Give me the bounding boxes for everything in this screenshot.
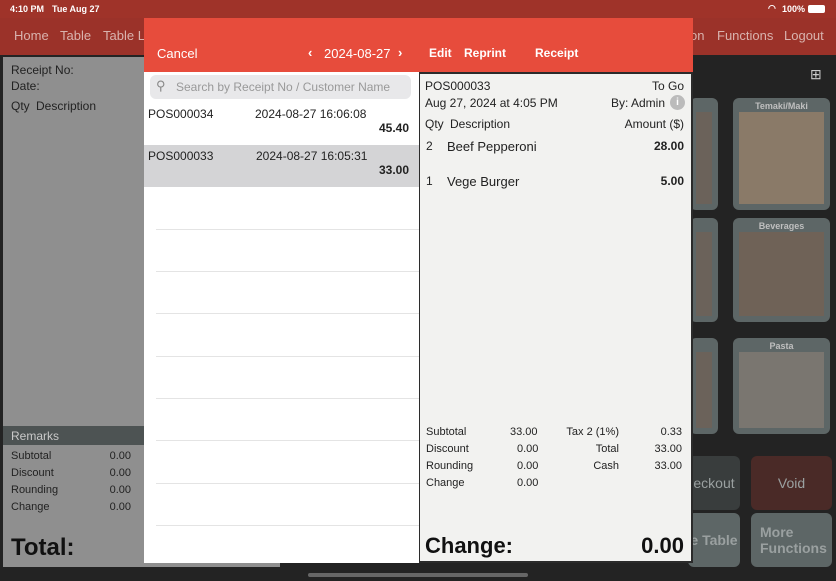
- category-tile-beverages[interactable]: Beverages: [733, 218, 830, 322]
- value: 0.00: [109, 484, 131, 496]
- discount-label: Discount: [426, 443, 469, 455]
- nav-table[interactable]: Table: [60, 28, 91, 43]
- label: Discount: [11, 467, 54, 479]
- status-date: Tue Aug 27: [52, 4, 100, 14]
- amount-header: Amount ($): [624, 117, 684, 131]
- tax-label: Tax 2 (1%): [566, 426, 619, 438]
- label: Change: [11, 501, 50, 513]
- item-amount: 5.00: [660, 174, 684, 188]
- change-value: 0.00: [517, 477, 539, 489]
- discount-value: 0.00: [517, 443, 539, 455]
- value: 0.00: [109, 467, 131, 479]
- receipt-no: POS000033: [148, 149, 214, 163]
- rounding-label: Rounding: [426, 460, 474, 472]
- item-qty: 1: [426, 174, 433, 188]
- tax-value: 0.33: [660, 426, 682, 438]
- status-time: 4:10 PM: [10, 4, 45, 14]
- item-description: Vege Burger: [447, 174, 520, 189]
- cash-label: Cash: [593, 460, 619, 472]
- prev-date-icon[interactable]: ‹: [308, 45, 312, 60]
- battery-level: 100%: [782, 4, 806, 14]
- receipt-datetime: 2024-08-27 16:05:31: [256, 149, 368, 163]
- more-functions-button[interactable]: More Functions: [751, 513, 832, 567]
- change-label: Change: [426, 477, 465, 489]
- discount-row: Discount 0.00: [11, 467, 131, 479]
- receipt-paper: POS000033 To Go Aug 27, 2024 at 4:05 PM …: [420, 74, 691, 561]
- item-description: Beef Pepperoni: [447, 139, 537, 154]
- list-header: Cancel ‹ 2024-08-27 ›: [144, 18, 419, 72]
- value: 0.00: [109, 501, 131, 513]
- category-tile[interactable]: [690, 98, 718, 210]
- receipt-no: POS000033: [425, 79, 491, 93]
- nav-home[interactable]: Home: [14, 28, 49, 43]
- list-item[interactable]: POS000034 2024-08-27 16:06:08 45.40: [144, 102, 419, 144]
- change-total-label: Change:: [425, 533, 513, 558]
- label: Rounding: [11, 484, 59, 496]
- tile-label: Temaki/Maki: [755, 101, 808, 111]
- table-button[interactable]: e Table: [688, 513, 740, 567]
- total-label: Total:: [11, 534, 75, 561]
- description-header: Description: [36, 99, 97, 113]
- item-qty: 2: [426, 139, 433, 153]
- item-amount: 28.00: [653, 139, 684, 153]
- receipt-datetime: Aug 27, 2024 at 4:05 PM: [425, 96, 558, 110]
- search-icon: ⚲: [156, 78, 166, 93]
- remarks-bar[interactable]: Remarks: [3, 426, 145, 445]
- qty-header: Qty: [425, 117, 444, 131]
- qty-header: Qty: [11, 99, 30, 113]
- total-value: 33.00: [654, 443, 682, 455]
- checkout-button[interactable]: eckout: [688, 456, 740, 510]
- tile-label: Beverages: [758, 221, 805, 231]
- nav-functions[interactable]: Functions: [717, 28, 773, 43]
- receipt-datetime: 2024-08-27 16:06:08: [255, 107, 367, 121]
- battery-icon: [808, 5, 825, 13]
- home-indicator: [308, 573, 528, 577]
- receipt-detail-panel: Edit Reprint Receipt POS000033 To Go Aug…: [419, 18, 693, 563]
- subtotal-label: Subtotal: [426, 426, 467, 438]
- description-header: Description: [450, 117, 511, 131]
- info-icon[interactable]: i: [670, 95, 685, 110]
- receipt-amount: 45.40: [378, 121, 409, 135]
- category-tile[interactable]: [690, 338, 718, 434]
- subtotal-row: Subtotal 0.00: [11, 450, 131, 462]
- receipt-header: Edit Reprint Receipt: [419, 18, 693, 72]
- category-tile[interactable]: [690, 218, 718, 322]
- tile-label: Pasta: [769, 341, 794, 351]
- cashier: By: Admin: [610, 96, 665, 110]
- date-label: 2024-08-27: [324, 46, 391, 61]
- receipt-no: POS000034: [148, 107, 214, 121]
- label: Subtotal: [11, 450, 52, 462]
- rounding-row: Rounding 0.00: [11, 484, 131, 496]
- value: 0.00: [109, 450, 131, 462]
- wifi-icon: ◠: [768, 3, 776, 13]
- nav-logout[interactable]: Logout: [784, 28, 824, 43]
- list-item-selected[interactable]: POS000033 2024-08-27 16:05:31 33.00: [144, 145, 419, 187]
- barcode-search-icon[interactable]: ⊞: [810, 66, 822, 83]
- status-bar: 4:10 PM Tue Aug 27 ◠ 100%: [0, 0, 836, 18]
- order-type: To Go: [651, 79, 684, 93]
- cancel-button[interactable]: Cancel: [157, 46, 197, 61]
- search-input[interactable]: Search by Receipt No / Customer Name: [150, 75, 411, 99]
- total-label: Total: [595, 443, 619, 455]
- subtotal-value: 33.00: [510, 426, 538, 438]
- change-total-value: 0.00: [641, 533, 684, 558]
- reprint-button[interactable]: Reprint: [464, 46, 506, 60]
- edit-button[interactable]: Edit: [429, 46, 452, 60]
- receipt-no-label: Receipt No:: [11, 63, 74, 77]
- rounding-value: 0.00: [517, 460, 539, 472]
- cash-value: 33.00: [654, 460, 682, 472]
- category-tile-pasta[interactable]: Pasta: [733, 338, 830, 434]
- receipt-amount: 33.00: [378, 163, 409, 177]
- receipt-list-panel: Cancel ‹ 2024-08-27 › Search by Receipt …: [144, 18, 419, 563]
- next-date-icon[interactable]: ›: [398, 45, 402, 60]
- void-button[interactable]: Void: [751, 456, 832, 510]
- category-tile-temaki[interactable]: Temaki/Maki: [733, 98, 830, 210]
- change-row: Change 0.00: [11, 501, 131, 513]
- date-label: Date:: [11, 79, 40, 93]
- receipt-title: Receipt: [535, 46, 579, 60]
